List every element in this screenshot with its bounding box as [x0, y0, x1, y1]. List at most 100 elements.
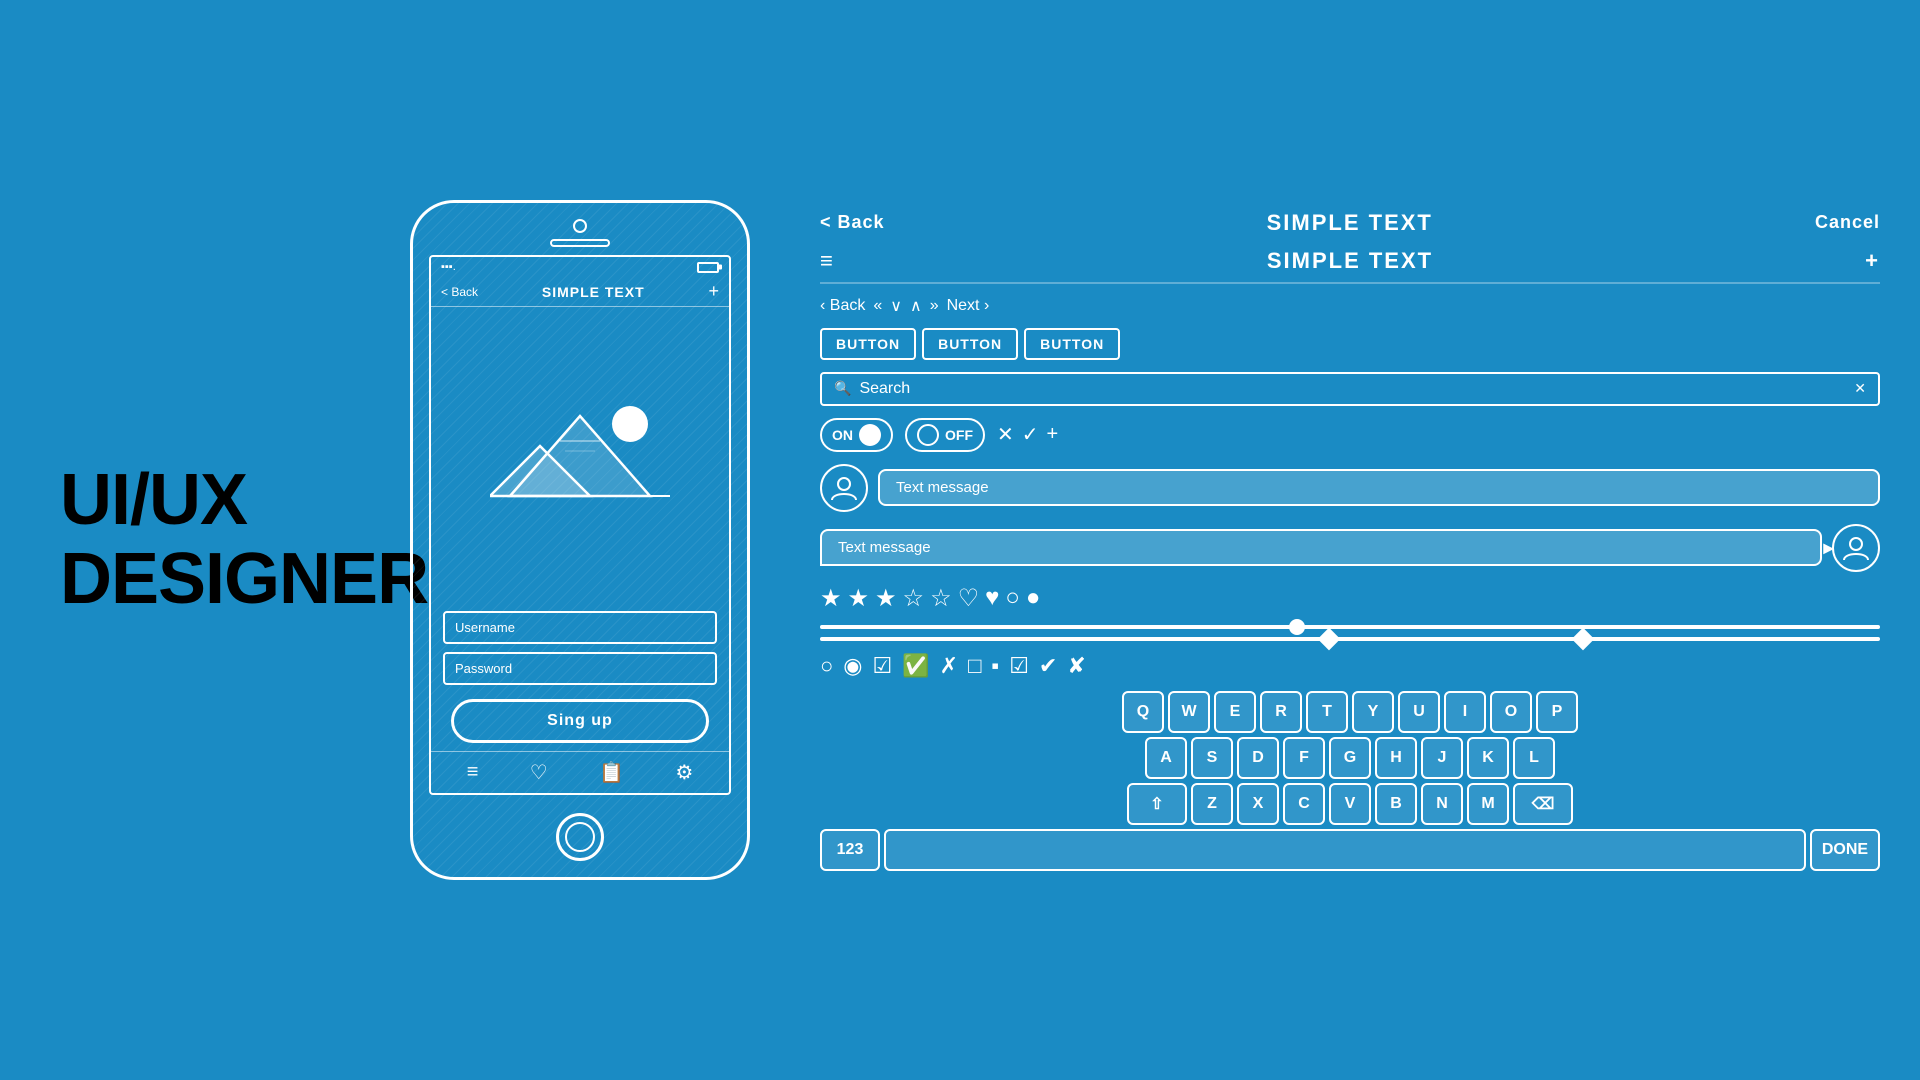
slider-2-thumb-left[interactable]: [1317, 627, 1340, 650]
panel-back-button[interactable]: < Back: [820, 212, 885, 233]
home-button[interactable]: [556, 813, 604, 861]
key-i[interactable]: I: [1444, 691, 1486, 733]
key-done[interactable]: DONE: [1810, 829, 1880, 871]
button-2[interactable]: BUTTON: [922, 328, 1018, 360]
phone-back-button[interactable]: < Back: [441, 285, 478, 299]
button-1-label: BUTTON: [836, 336, 900, 352]
battery-icon: [697, 262, 719, 273]
search-input[interactable]: Search: [859, 380, 1846, 398]
slider-1-thumb[interactable]: [1289, 619, 1305, 635]
ctrl-back-button[interactable]: ‹ Back: [820, 297, 865, 315]
menu-icon[interactable]: ≡: [467, 761, 479, 784]
username-placeholder: Username: [455, 620, 515, 635]
key-c[interactable]: C: [1283, 783, 1325, 825]
key-a[interactable]: A: [1145, 737, 1187, 779]
heart-filled-icon[interactable]: ♥: [985, 584, 999, 612]
key-backspace[interactable]: ⌫: [1513, 783, 1573, 825]
message-bubble-incoming[interactable]: Text message: [878, 469, 1880, 506]
checkbox-filled-check[interactable]: ☑: [1009, 653, 1029, 679]
checkbox-empty-1[interactable]: □: [968, 653, 981, 679]
key-h[interactable]: H: [1375, 737, 1417, 779]
key-o[interactable]: O: [1490, 691, 1532, 733]
radio-empty[interactable]: ○: [820, 653, 833, 679]
key-shift[interactable]: ⇧: [1127, 783, 1187, 825]
star-filled-1[interactable]: ★: [820, 584, 842, 613]
phone-screen: ▪▪▪. < Back SIMPLE TEXT +: [429, 255, 731, 795]
radio-filled[interactable]: ◉: [843, 653, 862, 679]
key-z[interactable]: Z: [1191, 783, 1233, 825]
key-g[interactable]: G: [1329, 737, 1371, 779]
key-t[interactable]: T: [1306, 691, 1348, 733]
slider-2-thumb-right[interactable]: [1572, 627, 1595, 650]
panel-button-row: BUTTON BUTTON BUTTON: [820, 328, 1880, 360]
checkbox-filled-x[interactable]: ✘: [1067, 653, 1085, 679]
key-space[interactable]: [884, 829, 1806, 871]
checkbox-empty-2[interactable]: ▪: [991, 653, 999, 679]
toggle-check-icon[interactable]: ✓: [1022, 422, 1039, 447]
key-123[interactable]: 123: [820, 829, 880, 871]
key-k[interactable]: K: [1467, 737, 1509, 779]
heart-empty-icon[interactable]: ♡: [958, 584, 980, 613]
key-l[interactable]: L: [1513, 737, 1555, 779]
key-n[interactable]: N: [1421, 783, 1463, 825]
ctrl-up-button[interactable]: ∧: [910, 296, 922, 316]
notes-icon[interactable]: 📋: [599, 760, 624, 785]
bubble-filled-icon[interactable]: ●: [1026, 584, 1041, 612]
user-avatar-right-icon: [1842, 534, 1870, 562]
checkbox-filled-check-2[interactable]: ✔: [1039, 653, 1057, 679]
search-icon: 🔍: [834, 380, 851, 397]
key-w[interactable]: W: [1168, 691, 1210, 733]
phone-top: [413, 203, 747, 247]
message-bubble-outgoing[interactable]: Text message: [820, 529, 1822, 566]
message-text-right: Text message: [838, 539, 931, 556]
username-field[interactable]: Username: [443, 611, 717, 644]
key-y[interactable]: Y: [1352, 691, 1394, 733]
key-q[interactable]: Q: [1122, 691, 1164, 733]
heart-icon[interactable]: ♡: [530, 760, 548, 785]
key-d[interactable]: D: [1237, 737, 1279, 779]
key-m[interactable]: M: [1467, 783, 1509, 825]
checkbox-x[interactable]: ✗: [940, 653, 958, 679]
key-v[interactable]: V: [1329, 783, 1371, 825]
ctrl-down-button[interactable]: ∨: [890, 296, 902, 316]
panel-search-bar[interactable]: 🔍 Search ✕: [820, 372, 1880, 406]
toggle-x-icon[interactable]: ✕: [997, 422, 1014, 447]
button-3[interactable]: BUTTON: [1024, 328, 1120, 360]
panel-add-button[interactable]: +: [1865, 248, 1880, 274]
slider-1-track[interactable]: [820, 625, 1880, 629]
toggle-plus-icon[interactable]: +: [1047, 423, 1059, 446]
bubble-empty-icon[interactable]: ○: [1005, 584, 1020, 612]
key-p[interactable]: P: [1536, 691, 1578, 733]
star-filled-2[interactable]: ★: [848, 584, 870, 613]
star-empty-2[interactable]: ☆: [930, 584, 952, 613]
toggle-on[interactable]: ON: [820, 418, 893, 452]
key-s[interactable]: S: [1191, 737, 1233, 779]
key-j[interactable]: J: [1421, 737, 1463, 779]
hamburger-icon[interactable]: ≡: [820, 248, 835, 274]
key-e[interactable]: E: [1214, 691, 1256, 733]
slider-2-track[interactable]: [820, 637, 1880, 641]
search-clear-button[interactable]: ✕: [1854, 380, 1866, 397]
star-filled-3[interactable]: ★: [875, 584, 897, 613]
key-f[interactable]: F: [1283, 737, 1325, 779]
star-empty-1[interactable]: ☆: [903, 584, 925, 613]
panel-cancel-button[interactable]: Cancel: [1815, 212, 1880, 233]
checkbox-check-2[interactable]: ✅: [902, 653, 929, 679]
key-x[interactable]: X: [1237, 783, 1279, 825]
ctrl-next-button[interactable]: Next ›: [947, 297, 990, 315]
password-field[interactable]: Password: [443, 652, 717, 685]
phone-plus-button[interactable]: +: [708, 281, 719, 302]
key-u[interactable]: U: [1398, 691, 1440, 733]
settings-icon[interactable]: ⚙: [675, 760, 693, 785]
signup-label: Sing up: [547, 712, 613, 729]
toggle-off-circle: [917, 424, 939, 446]
panel-checkboxes-row: ○ ◉ ☑ ✅ ✗ □ ▪ ☑ ✔ ✘: [820, 653, 1880, 679]
key-b[interactable]: B: [1375, 783, 1417, 825]
checkbox-check-1[interactable]: ☑: [873, 653, 893, 679]
button-1[interactable]: BUTTON: [820, 328, 916, 360]
key-r[interactable]: R: [1260, 691, 1302, 733]
ctrl-forward-button[interactable]: »: [930, 297, 939, 315]
ctrl-rewind-button[interactable]: «: [873, 297, 882, 315]
signup-button[interactable]: Sing up: [451, 699, 709, 743]
toggle-off[interactable]: OFF: [905, 418, 985, 452]
